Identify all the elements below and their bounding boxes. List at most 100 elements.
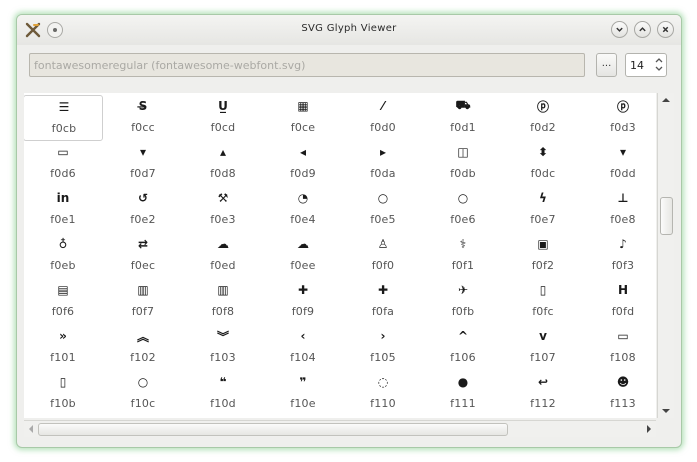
vertical-scrollbar[interactable] xyxy=(657,93,674,418)
stethoscope-icon: ⚕ xyxy=(459,237,467,251)
scroll-down-arrow-icon[interactable] xyxy=(658,404,674,418)
scroll-right-arrow-icon[interactable] xyxy=(642,421,656,437)
scroll-up-arrow-icon[interactable] xyxy=(658,93,674,107)
glyph-cell[interactable]: ▯ f10b xyxy=(24,371,103,417)
mobile-icon: ▯ xyxy=(59,375,67,389)
pinterest-square-icon: ⓟ xyxy=(616,99,629,114)
glyph-cell[interactable]: in f0e1 xyxy=(24,187,103,233)
glyph-cell[interactable]: ⁄ f0d0 xyxy=(343,95,423,141)
glyph-code-label: f110 xyxy=(370,397,396,410)
glyph-cell[interactable]: ⊥ f0e8 xyxy=(583,187,656,233)
glyph-cell[interactable]: v f107 xyxy=(503,325,583,371)
glyph-cell[interactable]: ☰ f0cb xyxy=(24,95,103,141)
glyph-cell[interactable]: ⛟ f0d1 xyxy=(423,95,503,141)
glyph-cell[interactable]: ♁ f0eb xyxy=(24,233,103,279)
glyph-cell[interactable]: ◔ f0e4 xyxy=(263,187,343,233)
glyph-cell[interactable]: ↩ f112 xyxy=(503,371,583,417)
angle-down-icon: v xyxy=(539,329,547,343)
glyph-cell[interactable]: ◂ f0d9 xyxy=(263,141,343,187)
glyph-grid[interactable]: ☰ f0cb S̶ f0cc U̲ f0cd ▦ f0ce ⁄ f0d0 ⛟ f0d1 ⓟ f0d2 ⓟ f0… xyxy=(24,93,656,418)
title-bar[interactable]: SVG Glyph Viewer xyxy=(17,15,681,45)
browse-button[interactable]: ... xyxy=(596,53,617,77)
glyph-code-label: f0d8 xyxy=(210,167,236,180)
angle-right-icon: › xyxy=(380,329,386,343)
glyph-cell[interactable]: ♙ f0f0 xyxy=(343,233,423,279)
close-icon xyxy=(662,26,669,33)
cloud-upload-icon: ☁ xyxy=(297,237,309,251)
glyph-cell[interactable]: ◌ f110 xyxy=(343,371,423,417)
glyph-code-label: f106 xyxy=(450,351,476,364)
horizontal-scroll-thumb[interactable] xyxy=(38,423,508,436)
glyph-cell[interactable]: › f105 xyxy=(343,325,423,371)
spin-arrows-icon[interactable] xyxy=(654,56,664,73)
glyph-cell[interactable]: ✚ f0f9 xyxy=(263,279,343,325)
money-icon: ▭ xyxy=(57,145,69,159)
glyph-cell[interactable]: ▴ f0d8 xyxy=(183,141,263,187)
glyph-cell[interactable]: ▯ f0fc xyxy=(503,279,583,325)
glyph-cell[interactable]: ▭ f108 xyxy=(583,325,656,371)
glyph-cell[interactable]: ︾ f103 xyxy=(183,325,263,371)
comment-o-icon: ○ xyxy=(377,191,389,205)
minimize-button[interactable] xyxy=(611,21,628,38)
glyph-cell[interactable]: ○ f10c xyxy=(103,371,183,417)
scroll-left-arrow-icon[interactable] xyxy=(24,421,38,437)
glyph-cell[interactable]: ⓟ f0d3 xyxy=(583,95,656,141)
glyph-code-label: f0d2 xyxy=(530,121,556,134)
glyph-cell[interactable]: ▾ f0dd xyxy=(583,141,656,187)
glyph-cell[interactable]: ▥ f0f7 xyxy=(103,279,183,325)
glyph-cell[interactable]: ☻ f113 xyxy=(583,371,656,417)
magic-wand-icon: ⁄ xyxy=(381,99,384,113)
glyph-code-label: f0d7 xyxy=(130,167,156,180)
glyph-cell[interactable]: ⚕ f0f1 xyxy=(423,233,503,279)
glyph-cell[interactable]: ◫ f0db xyxy=(423,141,503,187)
glyph-cell[interactable]: ▥ f0f8 xyxy=(183,279,263,325)
beer-icon: ▯ xyxy=(539,283,547,297)
close-button[interactable] xyxy=(657,21,674,38)
horizontal-scrollbar[interactable] xyxy=(24,420,656,437)
glyph-cell[interactable]: ☁ f0ee xyxy=(263,233,343,279)
glyph-size-spinbox[interactable]: 14 xyxy=(625,53,667,77)
glyph-code-label: f10b xyxy=(50,397,76,410)
gavel-icon: ⚒ xyxy=(217,191,229,205)
hospital-icon: ▥ xyxy=(217,283,229,297)
glyph-cell[interactable]: ❞ f10e xyxy=(263,371,343,417)
glyph-cell[interactable]: ^ f106 xyxy=(423,325,503,371)
glyph-cell[interactable]: ↺ f0e2 xyxy=(103,187,183,233)
glyph-cell[interactable]: ‹ f104 xyxy=(263,325,343,371)
glyph-code-label: f0e2 xyxy=(130,213,156,226)
glyph-cell[interactable]: ❝ f10d xyxy=(183,371,263,417)
caret-left-icon: ◂ xyxy=(299,145,307,159)
glyph-cell[interactable]: ▭ f0d6 xyxy=(24,141,103,187)
glyph-cell[interactable]: » f101 xyxy=(24,325,103,371)
fighter-jet-icon: ✈ xyxy=(457,283,469,297)
glyph-code-label: f0f7 xyxy=(131,305,155,318)
glyph-cell[interactable]: ▤ f0f6 xyxy=(24,279,103,325)
maximize-button[interactable] xyxy=(634,21,651,38)
glyph-cell[interactable]: ▸ f0da xyxy=(343,141,423,187)
glyph-cell[interactable]: ▣ f0f2 xyxy=(503,233,583,279)
glyph-cell[interactable]: ● f111 xyxy=(423,371,503,417)
glyph-cell[interactable]: Hf0fd xyxy=(583,279,656,325)
glyph-cell[interactable]: ○ f0e6 xyxy=(423,187,503,233)
glyph-code-label: f0e1 xyxy=(50,213,76,226)
building-icon: ▥ xyxy=(137,283,149,297)
glyph-cell[interactable]: ⬍ f0dc xyxy=(503,141,583,187)
glyph-cell[interactable]: ▾ f0d7 xyxy=(103,141,183,187)
glyph-cell[interactable]: S̶ f0cc xyxy=(103,95,183,141)
glyph-code-label: f0ec xyxy=(130,259,156,272)
glyph-cell[interactable]: ⓟ f0d2 xyxy=(503,95,583,141)
glyph-cell[interactable]: U̲ f0cd xyxy=(183,95,263,141)
font-path-field[interactable]: fontawesomeregular (fontawesome-webfont.… xyxy=(29,53,585,77)
glyph-cell[interactable]: ○ f0e5 xyxy=(343,187,423,233)
glyph-cell[interactable]: ✈ f0fb xyxy=(423,279,503,325)
glyph-code-label: f0f3 xyxy=(611,259,635,272)
glyph-cell[interactable]: ϟ f0e7 xyxy=(503,187,583,233)
glyph-cell[interactable]: ︽ f102 xyxy=(103,325,183,371)
glyph-cell[interactable]: ☁ f0ed xyxy=(183,233,263,279)
glyph-cell[interactable]: ⇄ f0ec xyxy=(103,233,183,279)
glyph-cell[interactable]: ▦ f0ce xyxy=(263,95,343,141)
glyph-cell[interactable]: ✚ f0fa xyxy=(343,279,423,325)
glyph-cell[interactable]: ⚒ f0e3 xyxy=(183,187,263,233)
glyph-cell[interactable]: ♪ f0f3 xyxy=(583,233,656,279)
vertical-scroll-thumb[interactable] xyxy=(660,197,673,235)
